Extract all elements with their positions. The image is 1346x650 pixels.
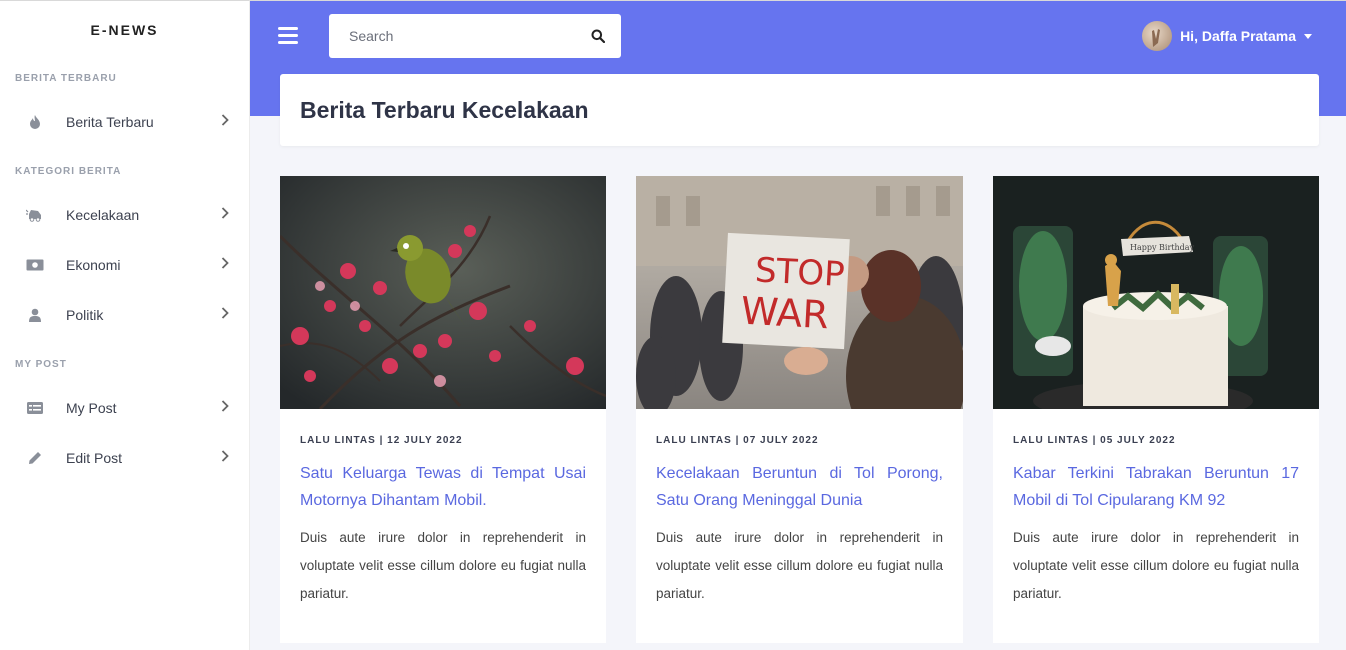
page-title-card: Berita Terbaru Kecelakaan <box>280 74 1319 146</box>
car-crash-icon <box>25 205 45 225</box>
news-image-bird[interactable] <box>280 176 606 409</box>
card-excerpt: Duis aute irure dolor in reprehenderit i… <box>300 530 586 601</box>
sidebar-item-label: Politik <box>66 307 104 323</box>
chevron-right-icon <box>221 306 229 324</box>
chevron-right-icon <box>221 399 229 417</box>
sidebar-item-ekonomi[interactable]: Ekonomi <box>0 240 249 290</box>
news-card: STOP WAR LALU LINTAS | 07 JULY 2022 Kece… <box>636 176 963 643</box>
pencil-icon <box>25 448 45 468</box>
card-meta: LALU LINTAS | 07 JULY 2022 <box>656 435 819 446</box>
brand-logo[interactable]: E-NEWS <box>0 1 249 59</box>
sidebar-item-label: My Post <box>66 400 117 416</box>
search-icon[interactable] <box>575 14 621 58</box>
svg-text:Happy Birthday: Happy Birthday <box>1130 243 1195 252</box>
news-card: LALU LINTAS | 12 JULY 2022 Satu Keluarga… <box>280 176 606 643</box>
svg-text:STOP: STOP <box>754 250 846 295</box>
sidebar-item-berita-terbaru[interactable]: Berita Terbaru <box>0 97 249 147</box>
chevron-right-icon <box>221 256 229 274</box>
sidebar-item-my-post[interactable]: My Post <box>0 383 249 433</box>
section-heading-berita-terbaru: BERITA TERBARU <box>15 73 117 84</box>
search-box <box>329 14 621 58</box>
sidebar-item-label: Kecelakaan <box>66 207 140 223</box>
section-heading-kategori-berita: KATEGORI BERITA <box>15 166 122 177</box>
card-meta: LALU LINTAS | 05 JULY 2022 <box>1013 435 1176 446</box>
news-image-protest[interactable]: STOP WAR <box>636 176 963 409</box>
card-excerpt: Duis aute irure dolor in reprehenderit i… <box>656 530 943 601</box>
page-title: Berita Terbaru Kecelakaan <box>300 96 589 123</box>
sidebar-item-label: Berita Terbaru <box>66 114 154 130</box>
chevron-right-icon <box>221 449 229 467</box>
list-icon <box>25 398 45 418</box>
sidebar: E-NEWS BERITA TERBARU Berita Terbaru KAT… <box>0 0 250 650</box>
sidebar-item-edit-post[interactable]: Edit Post <box>0 433 249 483</box>
fire-icon <box>25 112 45 132</box>
sidebar-item-label: Ekonomi <box>66 257 121 273</box>
card-title-link[interactable]: Kecelakaan Beruntun di Tol Porong, Satu … <box>656 460 943 514</box>
svg-text:WAR: WAR <box>740 289 830 338</box>
card-title-link[interactable]: Satu Keluarga Tewas di Tempat Usai Motor… <box>300 460 586 514</box>
sidebar-item-kecelakaan[interactable]: Kecelakaan <box>0 190 249 240</box>
chevron-right-icon <box>221 206 229 224</box>
sidebar-item-label: Edit Post <box>66 450 123 466</box>
avatar <box>1142 21 1173 51</box>
card-title-link[interactable]: Kabar Terkini Tabrakan Beruntun 17 Mobil… <box>1013 460 1299 514</box>
section-heading-my-post: MY POST <box>15 359 67 370</box>
caret-down-icon <box>1304 33 1312 39</box>
card-meta: LALU LINTAS | 12 JULY 2022 <box>300 435 463 446</box>
money-icon <box>25 255 45 275</box>
sidebar-item-politik[interactable]: Politik <box>0 290 249 340</box>
user-name: Hi, Daffa Pratama <box>1180 28 1296 44</box>
user-menu[interactable]: Hi, Daffa Pratama <box>1142 21 1312 51</box>
news-card: Happy Birthday LALU LINTAS | 05 JULY 202… <box>993 176 1319 643</box>
menu-toggle-icon[interactable] <box>278 27 298 45</box>
search-input[interactable] <box>329 28 575 44</box>
user-icon <box>25 305 45 325</box>
news-image-cake[interactable]: Happy Birthday <box>993 176 1319 409</box>
card-excerpt: Duis aute irure dolor in reprehenderit i… <box>1013 530 1299 601</box>
chevron-right-icon <box>221 113 229 131</box>
